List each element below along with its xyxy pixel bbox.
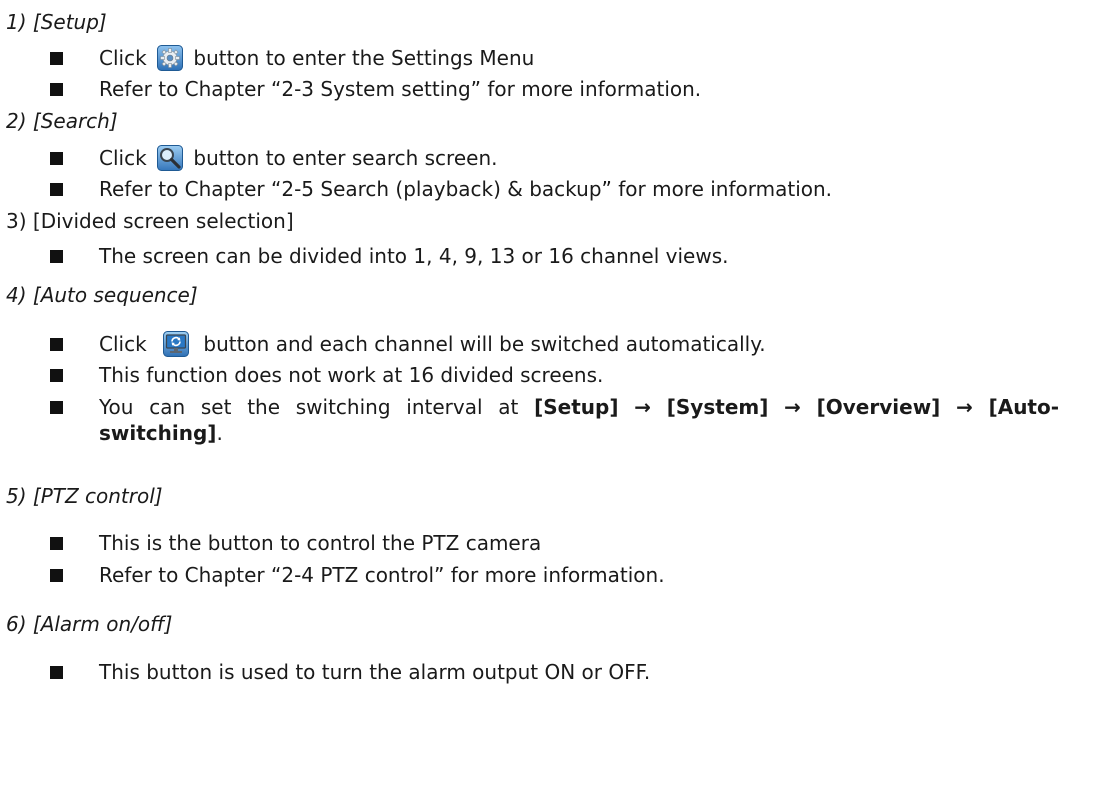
monitor-refresh-icon[interactable] xyxy=(163,331,190,357)
list-item-text: Click button to enter the Settings Menu xyxy=(99,45,535,71)
menu-path-system: [System] xyxy=(666,395,769,419)
list-item-text: Refer to Chapter “2-4 PTZ control” for m… xyxy=(99,563,665,587)
list-item-text: You can set the switching interval at [S… xyxy=(99,395,1060,445)
bullet-marker xyxy=(50,666,63,679)
bullet-marker xyxy=(50,569,63,582)
section-heading-ptz-control: 5) [PTZ control] xyxy=(6,484,163,508)
section-heading-search: 2) [Search] xyxy=(6,109,118,133)
section-heading-alarm: 6) [Alarm on/off] xyxy=(6,612,173,636)
list-item-text: Click button to enter search screen. xyxy=(99,145,498,171)
list-item: The screen can be divided into 1, 4, 9, … xyxy=(50,243,1081,269)
list-item-text: The screen can be divided into 1, 4, 9, … xyxy=(99,244,729,268)
list-item: This button is used to turn the alarm ou… xyxy=(50,659,1081,685)
list-item-text: Click button and each channel will be sw… xyxy=(99,331,766,357)
bullet-marker xyxy=(50,250,63,263)
bullet-marker xyxy=(50,83,63,96)
menu-path-setup: [Setup] xyxy=(534,395,619,419)
arrow-glyph: → xyxy=(956,395,973,419)
list-item-text: Refer to Chapter “2-3 System setting” fo… xyxy=(99,77,702,101)
list-item-text: This is the button to control the PTZ ca… xyxy=(99,531,542,555)
bullet-marker xyxy=(50,52,63,65)
magnifier-icon[interactable] xyxy=(157,145,184,171)
list-item: Refer to Chapter “2-5 Search (playback) … xyxy=(50,176,1081,202)
arrow-glyph: → xyxy=(634,395,652,419)
section-heading-setup: 1) [Setup] xyxy=(6,10,107,34)
list-item: You can set the switching interval at [S… xyxy=(50,394,1081,446)
list-item-text: This button is used to turn the alarm ou… xyxy=(99,660,651,684)
gear-icon[interactable] xyxy=(157,45,184,71)
bullet-marker xyxy=(50,537,63,550)
list-item: Refer to Chapter “2-3 System setting” fo… xyxy=(50,76,1081,102)
menu-path-overview: [Overview] xyxy=(816,395,941,419)
list-item: Click button and each channel will be sw… xyxy=(50,331,1081,357)
list-item-text: Refer to Chapter “2-5 Search (playback) … xyxy=(99,177,833,201)
bullet-marker xyxy=(50,401,63,414)
bullet-marker xyxy=(50,183,63,196)
bullet-marker xyxy=(50,152,63,165)
section-heading-divided-screen: 3) [Divided screen selection] xyxy=(6,209,294,233)
section-heading-auto-sequence: 4) [Auto sequence] xyxy=(6,283,198,307)
list-item: This is the button to control the PTZ ca… xyxy=(50,530,1081,556)
list-item: Click button to enter search screen. xyxy=(50,145,1081,171)
list-item: Click button to enter the Settings Menu xyxy=(50,45,1081,71)
arrow-glyph: → xyxy=(784,395,801,419)
list-item: This function does not work at 16 divide… xyxy=(50,362,1081,388)
list-item-text: This function does not work at 16 divide… xyxy=(99,363,604,387)
bullet-marker xyxy=(50,369,63,382)
bullet-marker xyxy=(50,338,63,351)
list-item: Refer to Chapter “2-4 PTZ control” for m… xyxy=(50,562,1081,588)
